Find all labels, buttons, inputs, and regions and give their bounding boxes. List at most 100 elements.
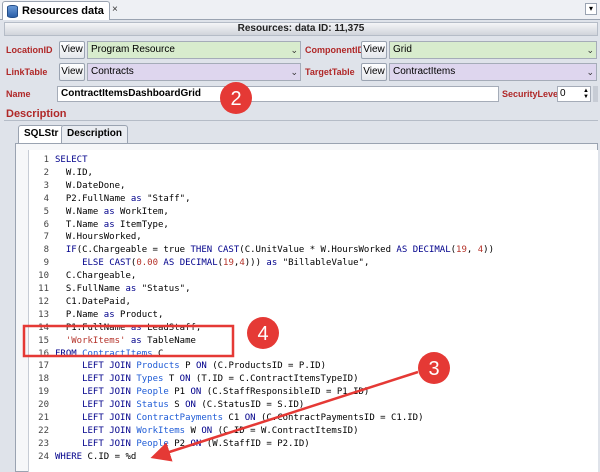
code-text: W.DateDone,: [55, 180, 126, 191]
code-line-10[interactable]: 10 C.Chargeable,: [29, 270, 598, 282]
line-number: 15: [38, 335, 49, 346]
target-table-label: TargetTable: [305, 67, 355, 77]
tab-description[interactable]: Description: [61, 125, 129, 143]
code-text: T.Name as ItemType,: [55, 219, 169, 230]
code-line-24[interactable]: 24 WHERE C.ID = %d: [29, 451, 598, 463]
code-text: W.Name as WorkItem,: [55, 206, 169, 217]
code-text: P.Name as Product,: [55, 309, 164, 320]
code-text: P2.FullName as "Staff",: [55, 193, 191, 204]
code-line-12[interactable]: 12 C1.DatePaid,: [29, 296, 598, 308]
line-number: 5: [43, 206, 49, 217]
line-number: 9: [43, 258, 49, 269]
code-line-23[interactable]: 23 LEFT JOIN People P2 ON (W.StaffID = P…: [29, 438, 598, 450]
code-line-16[interactable]: 16 FROM ContractItems C: [29, 348, 598, 360]
code-text: C1.DatePaid,: [55, 296, 131, 307]
code-text: LEFT JOIN ContractPayments C1 ON (C.Cont…: [82, 413, 424, 423]
code-line-5[interactable]: 5 W.Name as WorkItem,: [29, 206, 598, 218]
line-number: 18: [38, 374, 49, 385]
line-number: 3: [43, 180, 49, 191]
component-view-button[interactable]: View: [361, 41, 387, 59]
component-id-value: Grid: [393, 44, 412, 55]
line-number: 20: [38, 400, 49, 411]
record-caption: Resources: data ID: 11,375: [4, 22, 598, 36]
code-line-19[interactable]: 19 LEFT JOIN People P1 ON (C.StaffRespon…: [29, 386, 598, 398]
code-line-7[interactable]: 7 W.HoursWorked,: [29, 231, 598, 243]
description-section-label: Description: [6, 108, 67, 120]
line-number: 16: [38, 348, 49, 359]
line-number: 1: [43, 155, 49, 165]
tab-sqlstr[interactable]: SQLStr: [18, 125, 65, 144]
location-id-value: Program Resource: [91, 44, 175, 55]
code-line-17[interactable]: 17 LEFT JOIN Products P ON (C.ProductsID…: [29, 360, 598, 372]
code-text: SELECT: [55, 155, 88, 165]
link-table-view-button[interactable]: View: [59, 63, 85, 81]
security-level-label: SecurityLevel: [502, 89, 561, 99]
target-table-select[interactable]: ContractItems ⌄: [389, 63, 597, 81]
code-text: P1.FullName as LeadStaff,: [55, 322, 202, 333]
security-level-value: 0: [560, 88, 566, 99]
tab-resources-data[interactable]: Resources data: [2, 1, 110, 20]
line-number: 7: [43, 232, 49, 243]
line-number: 23: [38, 438, 49, 449]
code-text: LEFT JOIN People P1 ON (C.StaffResponsib…: [82, 387, 370, 398]
line-number: 21: [38, 413, 49, 423]
code-text: LEFT JOIN Status S ON (C.StatusID = S.ID…: [82, 400, 305, 411]
security-level-spinner[interactable]: 0 ▲ ▼: [557, 86, 591, 102]
code-line-8[interactable]: 8 IF(C.Chargeable = true THEN CAST(C.Uni…: [29, 244, 598, 256]
code-line-18[interactable]: 18 LEFT JOIN Types T ON (T.ID = C.Contra…: [29, 373, 598, 385]
code-line-2[interactable]: 2 W.ID,: [29, 167, 598, 179]
divider: [4, 120, 598, 121]
chevron-down-icon[interactable]: ▾: [585, 3, 597, 15]
code-line-14[interactable]: 14 P1.FullName as LeadStaff,: [29, 322, 598, 334]
line-number: 24: [38, 451, 49, 462]
code-text: WHERE C.ID = %d: [55, 451, 137, 462]
code-line-21[interactable]: 21 LEFT JOIN ContractPayments C1 ON (C.C…: [29, 412, 598, 424]
code-line-3[interactable]: 3 W.DateDone,: [29, 180, 598, 192]
code-text: LEFT JOIN People P2 ON (W.StaffID = P2.I…: [82, 438, 310, 449]
vertical-scrollbar[interactable]: [593, 86, 598, 102]
line-number: 13: [38, 309, 49, 320]
line-number: 19: [38, 387, 49, 398]
component-id-label: ComponentID: [305, 45, 364, 55]
line-number: 14: [38, 322, 49, 333]
code-line-1[interactable]: 1 SELECT: [29, 154, 598, 166]
code-line-6[interactable]: 6 T.Name as ItemType,: [29, 219, 598, 231]
code-line-22[interactable]: 22 LEFT JOIN WorkItems W ON (C.ID = W.Co…: [29, 425, 598, 437]
close-icon[interactable]: ×: [112, 4, 118, 15]
code-text: S.FullName as "Status",: [55, 284, 191, 294]
link-table-value: Contracts: [91, 66, 134, 77]
location-id-select[interactable]: Program Resource ⌄: [87, 41, 301, 59]
location-id-label: LocationID: [6, 45, 53, 55]
chevron-down-icon: ⌄: [290, 45, 298, 55]
code-line-11[interactable]: 11 S.FullName as "Status",: [29, 283, 598, 295]
code-text: FROM ContractItems C: [55, 348, 164, 359]
spin-arrows-icon[interactable]: ▲ ▼: [583, 88, 589, 100]
code-text: IF(C.Chargeable = true THEN CAST(C.UnitV…: [65, 245, 494, 256]
location-view-button[interactable]: View: [59, 41, 85, 59]
component-id-select[interactable]: Grid ⌄: [389, 41, 597, 59]
code-text: W.HoursWorked,: [55, 232, 142, 243]
code-line-15[interactable]: 15 'WorkItems' as TableName: [29, 335, 598, 347]
link-table-select[interactable]: Contracts ⌄: [87, 63, 301, 81]
line-number: 22: [38, 425, 49, 436]
code-line-9[interactable]: 9 ELSE CAST(0.00 AS DECIMAL(19,4))) as "…: [29, 257, 598, 269]
code-line-4[interactable]: 4 P2.FullName as "Staff",: [29, 193, 598, 205]
line-number: 11: [38, 284, 49, 294]
line-number: 10: [38, 271, 49, 282]
code-text: C.Chargeable,: [55, 271, 137, 282]
target-table-value: ContractItems: [393, 66, 456, 77]
chevron-down-icon: ⌄: [586, 45, 594, 55]
code-line-13[interactable]: 13 P.Name as Product,: [29, 309, 598, 321]
database-icon: [7, 4, 18, 18]
code-text: LEFT JOIN WorkItems W ON (C.ID = W.Contr…: [82, 425, 359, 436]
target-table-view-button[interactable]: View: [361, 63, 387, 81]
line-number: 4: [43, 193, 49, 204]
tab-title: Resources data: [22, 5, 104, 17]
code-text: W.ID,: [55, 167, 93, 178]
line-number: 6: [43, 219, 49, 230]
code-text: LEFT JOIN Products P ON (C.ProductsID = …: [82, 361, 326, 372]
name-input[interactable]: ContractItemsDashboardGrid: [57, 86, 499, 102]
sql-code-editor[interactable]: 1 SELECT 2 W.ID, 3 W.DateDone, 4 P2.FullName…: [28, 150, 598, 472]
chevron-down-icon: ⌄: [586, 67, 594, 77]
code-line-20[interactable]: 20 LEFT JOIN Status S ON (C.StatusID = S…: [29, 399, 598, 411]
